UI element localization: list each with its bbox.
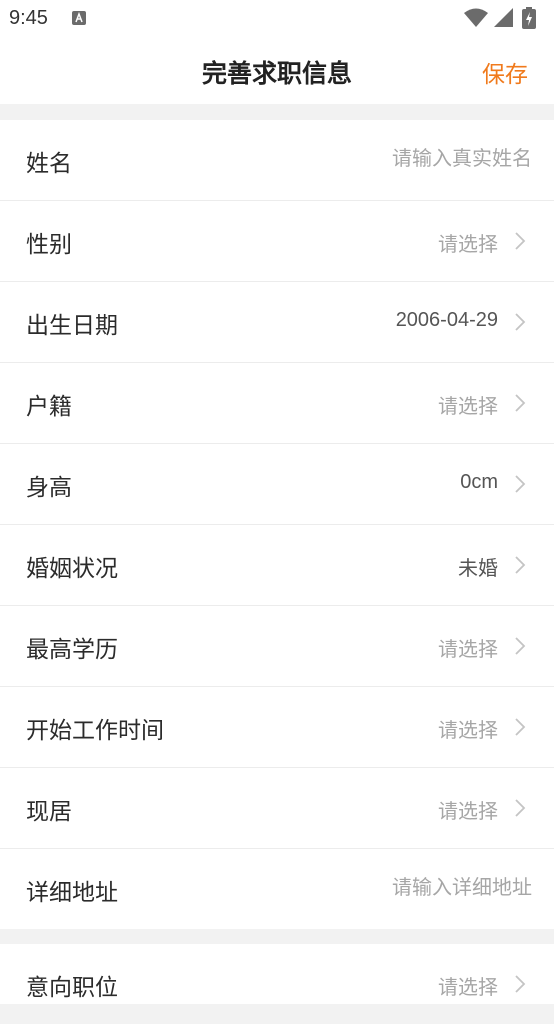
height-value: 0cm (460, 471, 498, 493)
address-label: 详细地址 (26, 880, 118, 906)
signal-icon (494, 8, 513, 27)
education-label: 最高学历 (26, 637, 118, 663)
chevron-right-icon (515, 718, 526, 736)
header: 完善求职信息 保存 (0, 38, 554, 104)
residence-label: 现居 (26, 799, 72, 825)
chevron-right-icon (515, 394, 526, 412)
job-intent-section: 意向职位 请选择 (0, 944, 554, 1004)
wifi-icon (464, 8, 488, 27)
chevron-right-icon (515, 313, 526, 331)
name-label: 姓名 (26, 151, 72, 177)
gender-row[interactable]: 性别 请选择 (0, 201, 554, 282)
work-start-value: 请选择 (438, 720, 498, 742)
address-input[interactable] (292, 871, 532, 903)
chevron-right-icon (515, 799, 526, 817)
chevron-right-icon (515, 556, 526, 574)
battery-charging-icon (522, 7, 536, 29)
gender-label: 性别 (26, 232, 72, 258)
hukou-value: 请选择 (438, 396, 498, 418)
hukou-label: 户籍 (26, 394, 72, 420)
desired-position-label: 意向职位 (26, 975, 118, 1001)
work-start-label: 开始工作时间 (26, 718, 164, 744)
chevron-right-icon (515, 975, 526, 993)
chevron-right-icon (515, 232, 526, 250)
marital-value: 未婚 (458, 558, 498, 580)
work-start-row[interactable]: 开始工作时间 请选择 (0, 687, 554, 768)
education-value: 请选择 (438, 639, 498, 661)
marital-row[interactable]: 婚姻状况 未婚 (0, 525, 554, 606)
gender-value: 请选择 (438, 234, 498, 256)
marital-label: 婚姻状况 (26, 556, 118, 582)
desired-position-row[interactable]: 意向职位 请选择 (0, 944, 554, 1024)
status-icons (464, 7, 544, 30)
desired-position-value: 请选择 (438, 977, 498, 999)
address-row: 详细地址 (0, 849, 554, 929)
residence-value: 请选择 (438, 801, 498, 823)
chevron-right-icon (515, 475, 526, 493)
name-input[interactable] (292, 142, 532, 174)
page-title: 完善求职信息 (201, 59, 352, 88)
hukou-row[interactable]: 户籍 请选择 (0, 363, 554, 444)
height-label: 身高 (26, 475, 72, 501)
status-time: 9:45 (9, 7, 48, 29)
name-row: 姓名 (0, 120, 554, 201)
accessibility-a-icon (72, 11, 86, 25)
birth-date-label: 出生日期 (26, 313, 118, 339)
birth-date-value: 2006-04-29 (395, 309, 498, 331)
save-button[interactable]: 保存 (482, 55, 528, 89)
residence-row[interactable]: 现居 请选择 (0, 768, 554, 849)
status-bar: 9:45 (0, 0, 554, 38)
height-row[interactable]: 身高 0cm (0, 444, 554, 525)
basic-info-section: 姓名 性别 请选择 出生日期 2006-04-29 户籍 请选择 身高 0cm … (0, 120, 554, 929)
birth-date-row[interactable]: 出生日期 2006-04-29 (0, 282, 554, 363)
education-row[interactable]: 最高学历 请选择 (0, 606, 554, 687)
chevron-right-icon (515, 637, 526, 655)
